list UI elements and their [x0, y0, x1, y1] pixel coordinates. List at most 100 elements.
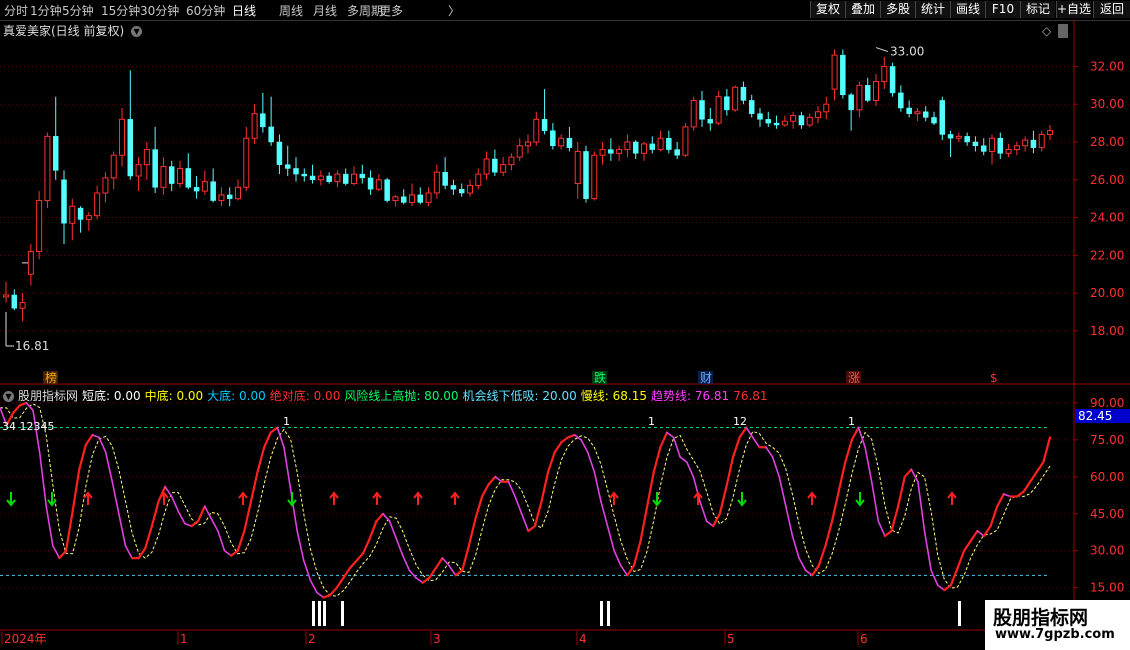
up-arrow-icon	[83, 491, 93, 505]
candle	[135, 157, 142, 192]
diamond-icon[interactable]: ◇	[1042, 24, 1052, 38]
candle	[864, 77, 871, 103]
trend-line-segment	[283, 446, 292, 490]
trend-line-segment	[699, 500, 708, 522]
trend-line-segment	[448, 564, 457, 577]
trend-line-segment	[930, 569, 939, 587]
candle	[558, 134, 565, 150]
trend-line-segment	[771, 456, 781, 478]
price-tick-label: 28.00	[1090, 135, 1124, 149]
trend-line-segment	[652, 446, 662, 474]
down-arrow-icon	[855, 492, 865, 507]
candle	[980, 138, 987, 156]
trend-line-segment	[890, 505, 900, 533]
event-marker[interactable]: 榜	[43, 370, 58, 385]
candle	[284, 145, 291, 176]
trend-line-segment	[785, 505, 794, 537]
watermark-url: www.7gpzb.com	[995, 627, 1115, 642]
trend-line-segment	[725, 456, 735, 488]
indicator-value: 机会线下低吸: 20.00	[462, 389, 577, 403]
indicator-dropdown-icon[interactable]: ▼	[3, 391, 14, 402]
candle	[433, 164, 440, 199]
trend-line-segment	[752, 436, 761, 449]
candle	[119, 108, 125, 167]
candle	[906, 100, 912, 118]
trend-line-segment	[137, 547, 147, 560]
candle	[243, 126, 250, 192]
candle	[508, 153, 515, 171]
candle	[831, 49, 838, 101]
trend-line-segment	[639, 505, 649, 542]
trend-line-segment	[917, 480, 926, 532]
candle	[740, 81, 747, 105]
trend-line-segment	[903, 468, 913, 478]
candle	[201, 170, 208, 195]
candle	[583, 145, 589, 203]
trend-line-segment	[883, 529, 893, 538]
trend-line-segment	[666, 431, 675, 439]
bottom-signal-bar	[318, 601, 321, 626]
trend-line-segment	[659, 431, 669, 449]
trend-line-segment	[560, 436, 570, 444]
candle	[342, 168, 349, 186]
event-marker[interactable]: $	[990, 371, 998, 385]
trend-line-segment	[830, 490, 840, 523]
trend-line-segment	[342, 566, 352, 579]
trend-line-segment	[685, 461, 695, 478]
candle	[210, 168, 216, 203]
slow-line	[0, 403, 1051, 597]
date-tick-label: 6	[860, 632, 868, 646]
svg-text:涨: 涨	[848, 370, 860, 385]
candle	[707, 108, 714, 131]
trend-line-segment	[580, 439, 589, 453]
candle	[724, 89, 730, 116]
candle	[152, 126, 158, 193]
svg-text:跌: 跌	[594, 370, 606, 385]
trend-line-segment	[71, 468, 81, 513]
trend-line-segment	[355, 552, 365, 562]
candle	[1013, 142, 1020, 156]
up-arrow-icon	[413, 491, 423, 505]
trend-line-segment	[1015, 490, 1025, 498]
candle	[947, 130, 954, 158]
event-marker[interactable]: 跌	[592, 370, 607, 385]
trend-line-segment	[243, 500, 253, 533]
trend-line-segment	[118, 512, 127, 547]
candle	[483, 151, 490, 180]
scroll-handle[interactable]	[1058, 24, 1068, 38]
peak-label: 1	[848, 415, 855, 428]
trend-line-segment	[223, 549, 232, 557]
candle	[773, 115, 780, 129]
trend-line-segment	[263, 431, 272, 449]
trend-line-segment	[969, 529, 979, 542]
kline-chart[interactable]: 32.00 30.00 28.00 26.00 24.00 22.00 20.00 18.00…	[0, 0, 1130, 650]
trend-line-segment	[402, 554, 411, 572]
trend-line-segment	[467, 517, 477, 547]
indicator-header: ▼ 股朋指标网 短底: 0.00 中底: 0.00 大底: 0.00 绝对底: 0.00 风…	[3, 387, 772, 404]
event-marker[interactable]: 财	[698, 371, 713, 385]
trend-line-segment	[870, 480, 880, 522]
trend-line-segment	[626, 564, 636, 577]
trend-line-segment	[395, 537, 404, 557]
candle	[185, 153, 192, 190]
candle	[235, 179, 241, 201]
trend-line-segment	[203, 505, 213, 520]
candle	[260, 92, 266, 133]
bottom-signal-bar	[600, 601, 603, 626]
up-arrow-icon	[609, 491, 619, 505]
candle	[442, 157, 448, 190]
candle	[3, 281, 9, 303]
trend-line-segment	[428, 566, 437, 579]
trend-line-segment	[956, 549, 966, 570]
trend-line-segment	[375, 512, 385, 523]
price-tick-label: 26.00	[1090, 173, 1124, 187]
event-marker[interactable]: 涨	[846, 370, 861, 385]
candle	[840, 49, 846, 99]
trend-line-segment	[124, 545, 133, 559]
candle	[922, 106, 929, 122]
candle	[931, 111, 937, 125]
trend-line-segment	[936, 584, 946, 591]
candle	[964, 132, 970, 146]
trend-line-segment	[461, 544, 470, 572]
date-tick-label: 2024年	[4, 632, 47, 646]
